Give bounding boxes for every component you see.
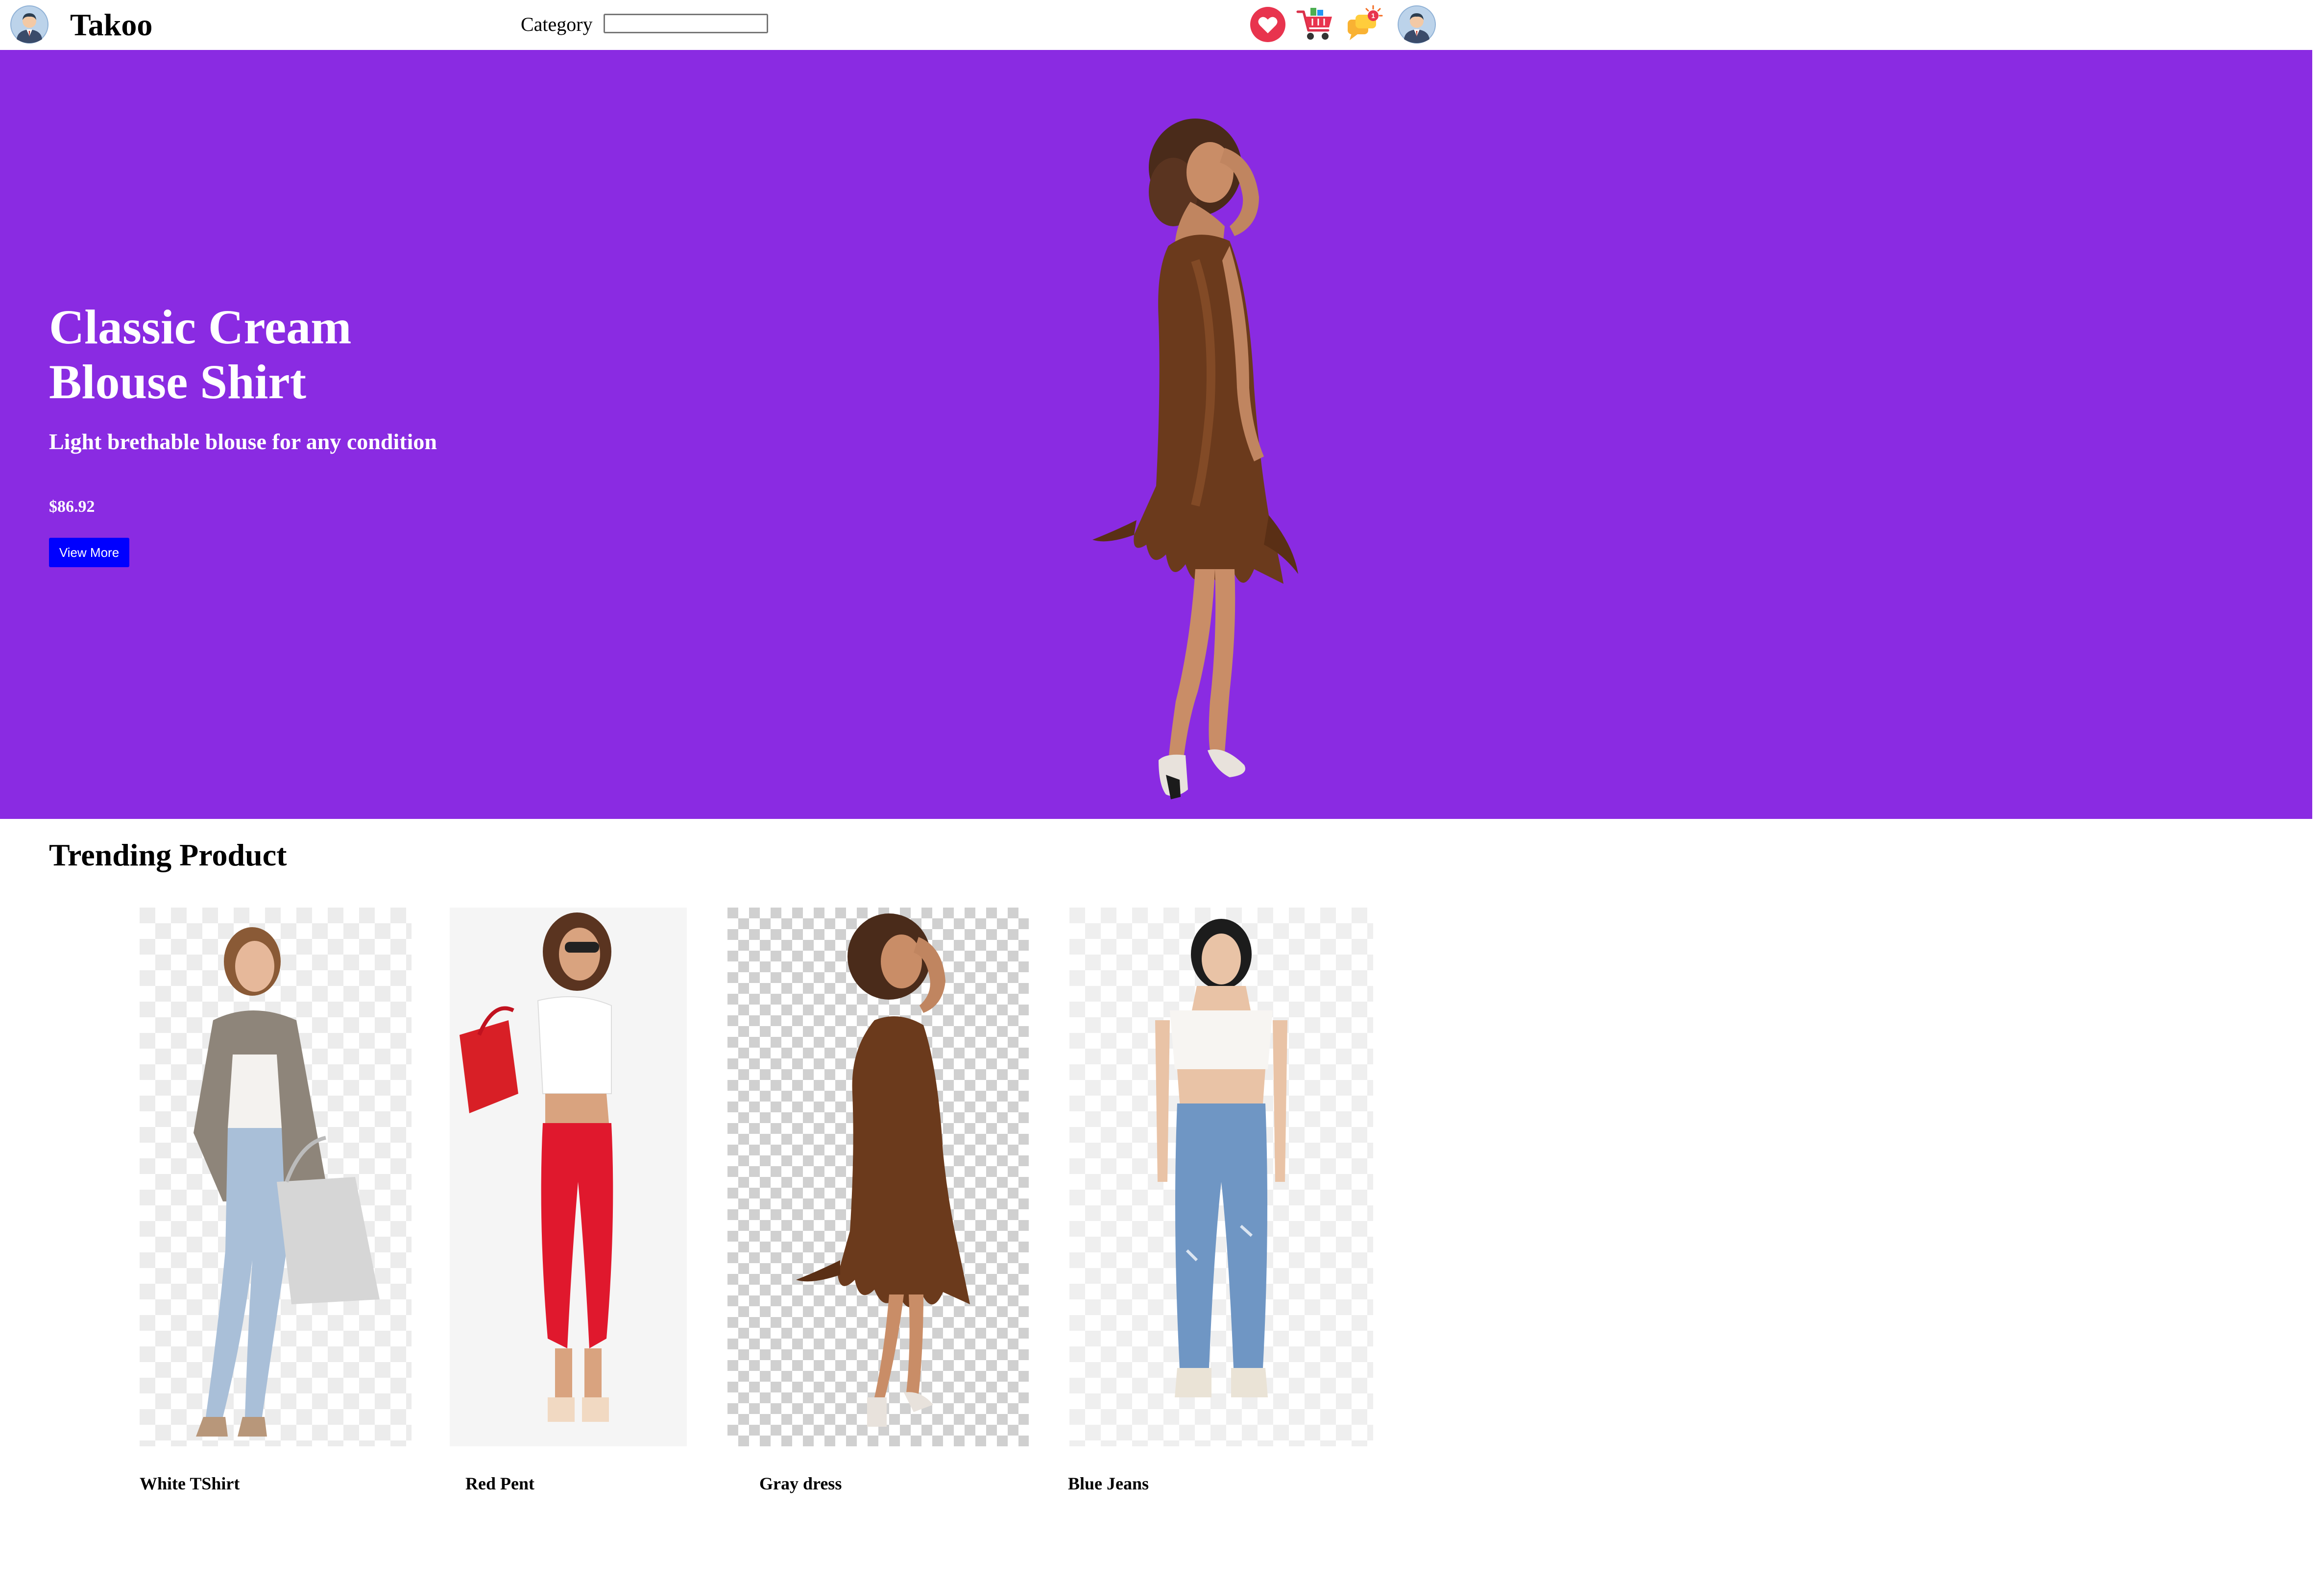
top-nav-bar: Takoo Category 1 [0,0,2324,50]
trending-section-title: Trending Product [49,838,287,872]
product-image-red-pent[interactable] [450,908,687,1446]
notification-chat-icon[interactable]: 1 [1345,5,1384,44]
product-image-gray-dress[interactable] [727,908,1029,1446]
product-name[interactable]: Gray dress [759,1471,842,1496]
category-input[interactable] [604,14,768,33]
hero-title-line: Classic Cream [49,300,352,354]
hero-subtitle: Light brethable blouse for any condition [49,429,437,454]
hero-banner: Classic Cream Blouse Shirt Light brethab… [0,50,2312,819]
view-more-button[interactable]: View More [49,538,129,567]
hero-title: Classic Cream Blouse Shirt [49,300,490,409]
product-image-white-tshirt[interactable] [140,908,412,1446]
product-image-blue-jeans[interactable] [1069,908,1373,1446]
hero-title-line: Blouse Shirt [49,355,307,409]
user-avatar-icon[interactable] [1397,5,1436,44]
user-avatar-icon[interactable] [10,5,49,44]
shopping-cart-icon[interactable] [1296,5,1335,44]
product-name[interactable]: Red Pent [465,1471,534,1496]
category-label: Category [521,13,593,35]
hero-price: $86.92 [49,498,95,516]
notification-badge-count: 1 [1371,12,1375,20]
product-name[interactable]: White TShirt [140,1471,240,1496]
hero-model-image [1048,114,1303,809]
product-name[interactable]: Blue Jeans [1068,1471,1149,1496]
heart-icon[interactable] [1248,5,1287,44]
brand-logo-text[interactable]: Takoo [70,3,152,47]
